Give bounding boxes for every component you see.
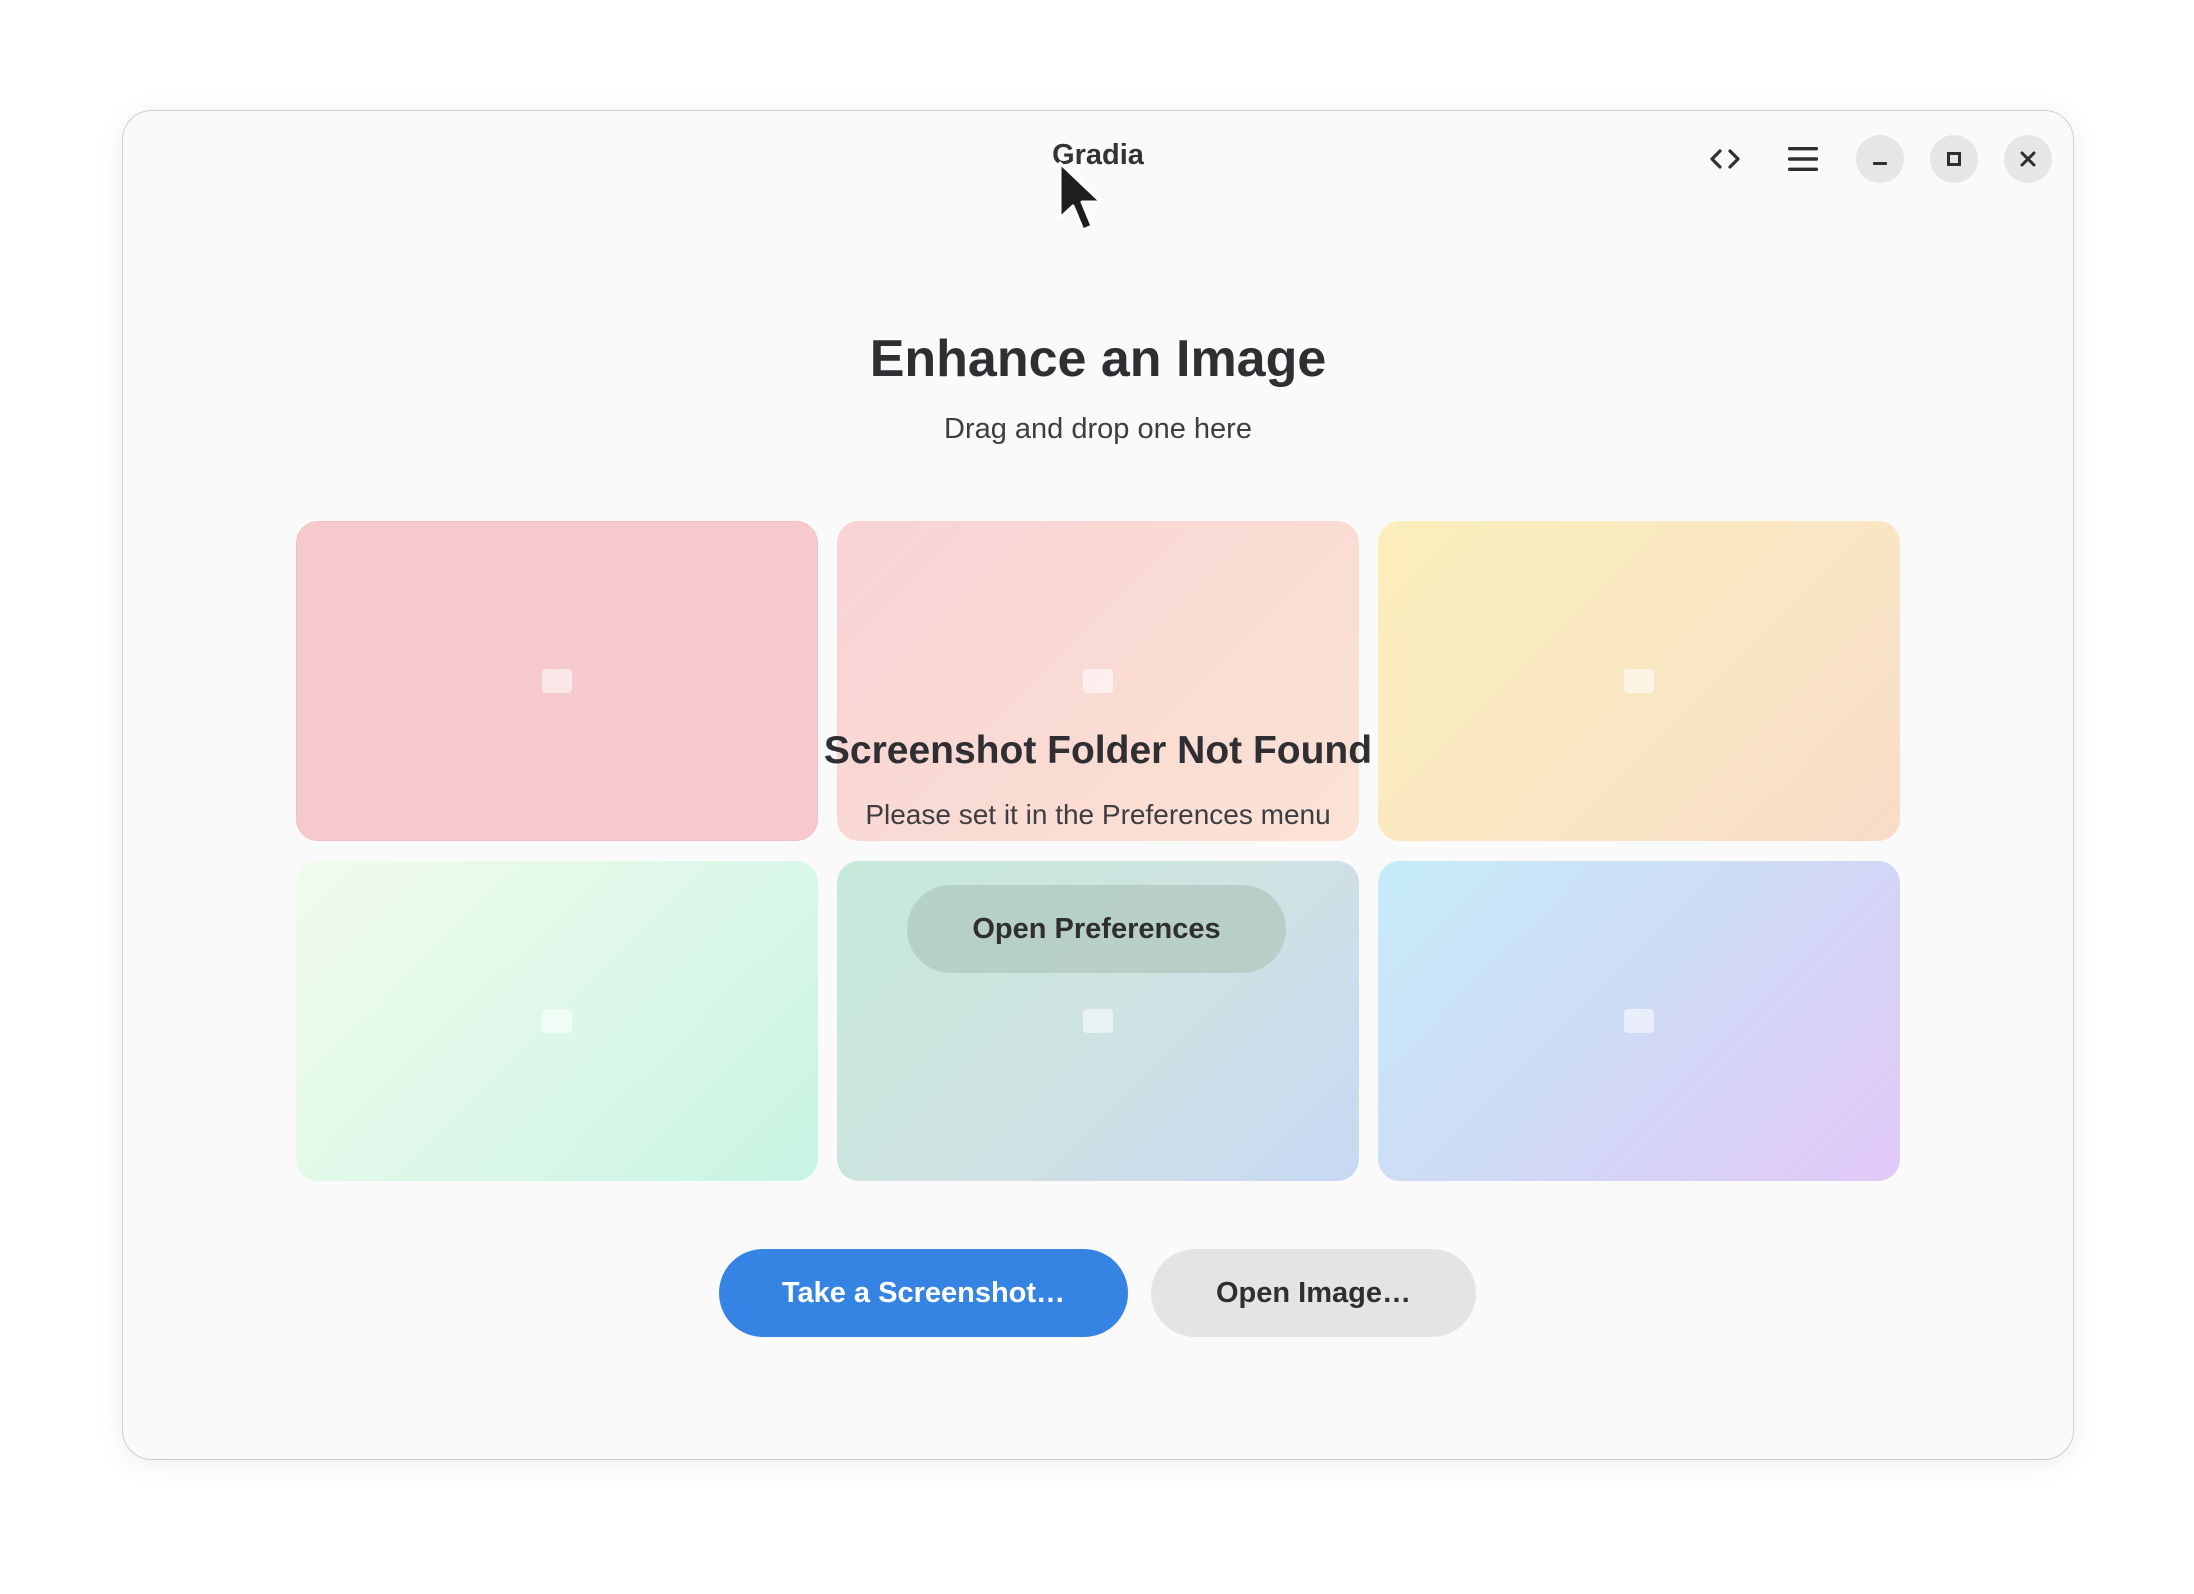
recent-screenshot-tile[interactable] — [1378, 521, 1900, 841]
image-placeholder-icon — [1624, 1009, 1654, 1033]
mouse-pointer-icon — [1057, 160, 1107, 241]
maximize-icon — [1945, 150, 1963, 168]
source-code-button[interactable] — [1701, 135, 1749, 183]
image-placeholder-icon — [1083, 669, 1113, 693]
minimize-button[interactable] — [1856, 135, 1904, 183]
recent-screenshot-tile[interactable] — [837, 521, 1359, 841]
main-menu-button[interactable] — [1779, 135, 1827, 183]
image-placeholder-icon — [542, 669, 572, 693]
image-placeholder-icon — [542, 1009, 572, 1033]
app-window: Gradia Enhance an Image Drag and drop on… — [122, 110, 2074, 1460]
image-placeholder-icon — [1624, 669, 1654, 693]
code-icon — [1709, 148, 1741, 170]
close-button[interactable] — [2004, 135, 2052, 183]
page-title: Enhance an Image — [869, 330, 1327, 388]
status-title: Screenshot Folder Not Found — [823, 729, 1373, 772]
recent-screenshot-tile[interactable] — [296, 521, 818, 841]
recent-screenshot-tile[interactable] — [1378, 861, 1900, 1181]
open-preferences-button[interactable]: Open Preferences — [907, 885, 1286, 973]
status-description: Please set it in the Preferences menu — [865, 799, 1331, 830]
take-screenshot-button[interactable]: Take a Screenshot… — [719, 1249, 1128, 1337]
page-subtitle: Drag and drop one here — [944, 413, 1252, 445]
minimize-icon — [1871, 150, 1889, 168]
maximize-button[interactable] — [1930, 135, 1978, 183]
hamburger-menu-icon — [1788, 146, 1818, 172]
image-placeholder-icon — [1083, 1009, 1113, 1033]
recent-screenshot-tile[interactable] — [296, 861, 818, 1181]
close-icon — [2019, 150, 2037, 168]
open-image-button[interactable]: Open Image… — [1151, 1249, 1476, 1337]
